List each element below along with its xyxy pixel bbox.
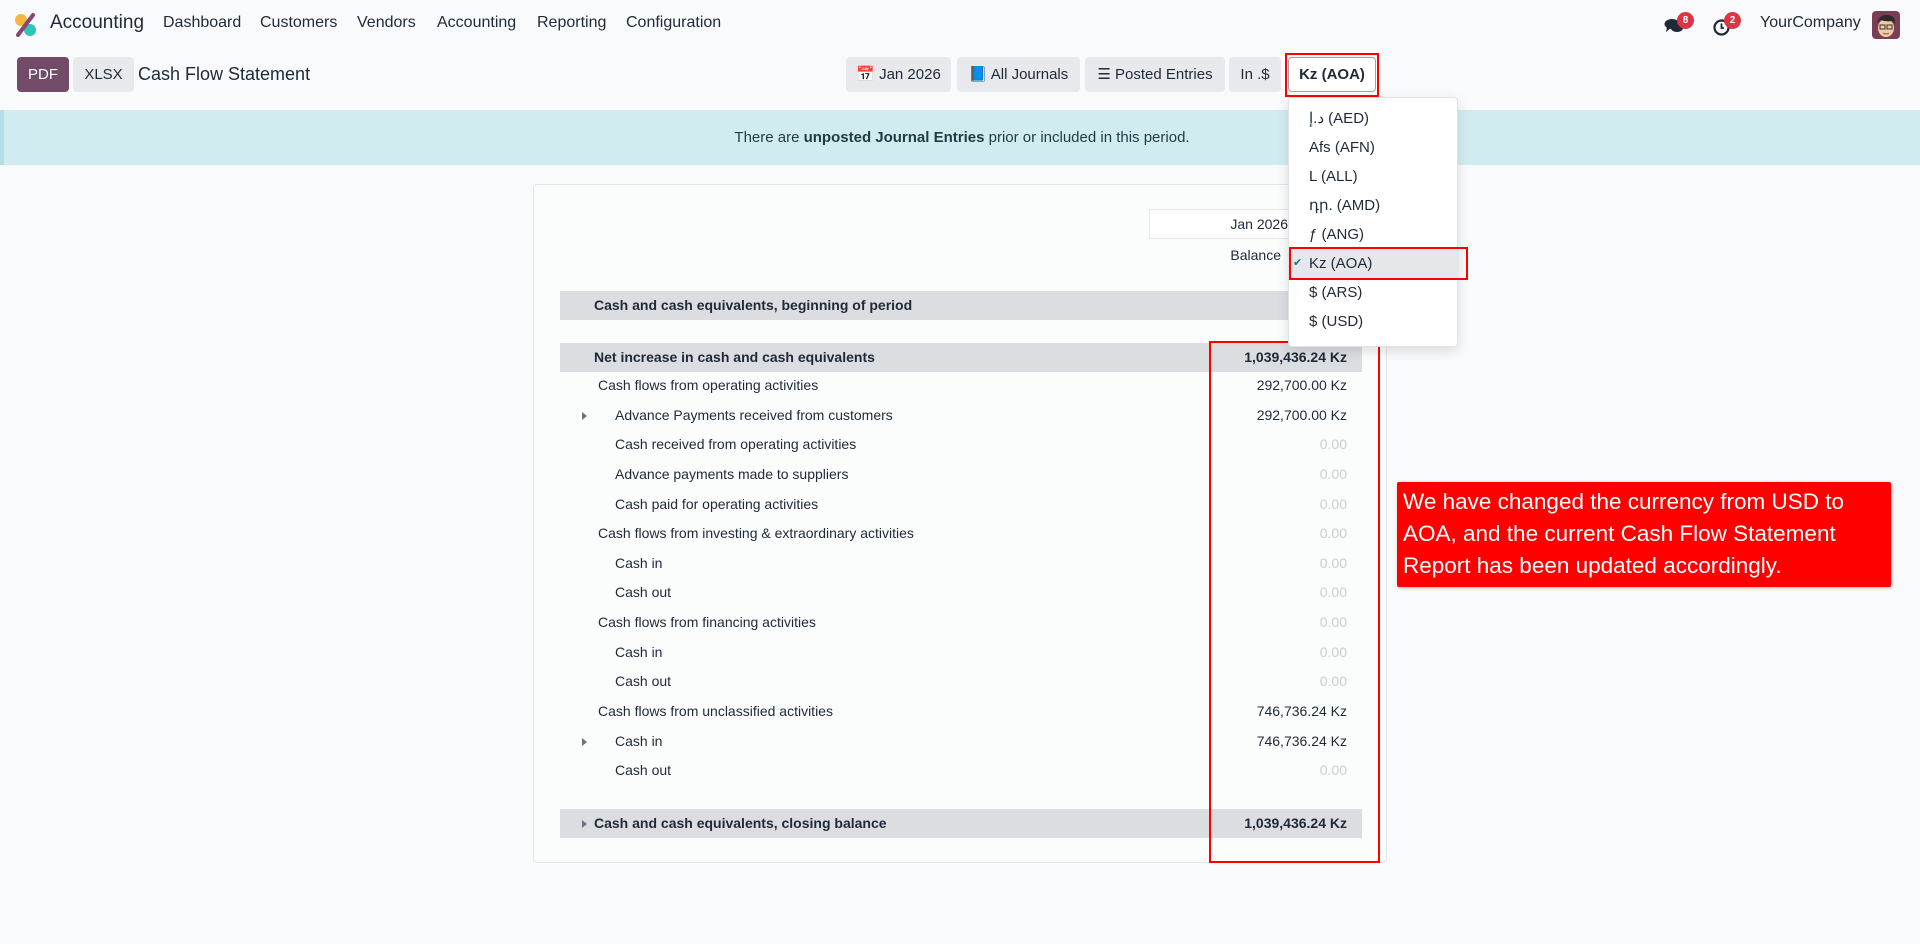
- xlsx-export-button[interactable]: XLSX: [73, 57, 134, 92]
- row-label: Advance payments made to suppliers: [615, 466, 849, 482]
- alert-text-prefix: There are: [734, 129, 804, 146]
- currency-option-label: $ (ARS): [1309, 284, 1363, 301]
- menu-customers[interactable]: Customers: [260, 14, 337, 32]
- entries-filter-label: Posted Entries: [1115, 66, 1213, 83]
- row-label: Cash out: [615, 673, 672, 689]
- row-label: Cash in: [615, 644, 663, 660]
- unposted-entries-alert: There are unposted Journal Entries prior…: [0, 110, 1920, 165]
- currency-option-label: $ (USD): [1309, 313, 1364, 330]
- highlight-currency-button: [1285, 53, 1379, 97]
- row-label: Cash flows from investing & extraordinar…: [598, 525, 914, 541]
- journals-filter-button[interactable]: 📘 All Journals: [957, 57, 1080, 92]
- column-header-period: Jan 2026: [1149, 209, 1299, 239]
- row-label: Cash flows from operating activities: [598, 377, 819, 393]
- currency-option-label: د.إ (AED): [1309, 110, 1370, 127]
- menu-vendors[interactable]: Vendors: [357, 14, 416, 32]
- currency-option[interactable]: $ (ARS): [1289, 278, 1457, 307]
- app-name[interactable]: Accounting: [50, 12, 144, 34]
- journals-filter-label: All Journals: [990, 66, 1069, 83]
- menu-accounting[interactable]: Accounting: [437, 14, 516, 32]
- pdf-export-button[interactable]: PDF: [17, 57, 69, 92]
- currency-option-label: ƒ (ANG): [1309, 226, 1365, 243]
- entries-filter-button[interactable]: ☰ Posted Entries: [1085, 57, 1225, 92]
- currency-option[interactable]: ƒ (ANG): [1289, 220, 1457, 249]
- currency-option-label: L (ALL): [1309, 168, 1358, 185]
- menu-configuration[interactable]: Configuration: [626, 14, 721, 32]
- menu-reporting[interactable]: Reporting: [537, 14, 606, 32]
- currency-option[interactable]: L (ALL): [1289, 162, 1457, 191]
- activities-button[interactable]: 2: [1712, 12, 1742, 38]
- currency-option[interactable]: $ (USD): [1289, 307, 1457, 336]
- messages-button[interactable]: 8: [1662, 12, 1694, 38]
- company-switcher[interactable]: YourCompany: [1760, 14, 1861, 32]
- row-label: Cash paid for operating activities: [615, 496, 819, 512]
- row-label: Net increase in cash and cash equivalent…: [594, 349, 875, 365]
- menu-dashboard[interactable]: Dashboard: [163, 14, 241, 32]
- calendar-icon: 📅: [856, 66, 875, 83]
- caret-right-icon[interactable]: [582, 738, 587, 746]
- currency-dropdown: د.إ (AED) Afs (AFN) L (ALL) դր. (AMD) ƒ (ANG…: [1288, 97, 1458, 347]
- activities-badge: 2: [1724, 12, 1741, 29]
- caret-right-icon[interactable]: [582, 412, 587, 420]
- date-filter-label: Jan 2026: [879, 66, 941, 83]
- row-label: Cash and cash equivalents, closing balan…: [594, 815, 887, 831]
- row-label: Cash received from operating activities: [615, 436, 857, 452]
- row-label: Cash flows from unclassified activities: [598, 703, 833, 719]
- page-title: Cash Flow Statement: [138, 64, 311, 84]
- highlight-values-column: [1209, 341, 1380, 863]
- date-filter-button[interactable]: 📅 Jan 2026: [846, 57, 951, 92]
- currency-option[interactable]: د.إ (AED): [1289, 104, 1457, 133]
- accounting-app-icon[interactable]: [14, 13, 38, 37]
- book-icon: 📘: [968, 66, 988, 83]
- user-avatar[interactable]: [1872, 11, 1900, 39]
- row-label: Cash out: [615, 584, 672, 600]
- avatar-face-icon: [1877, 14, 1896, 37]
- messages-badge: 8: [1677, 12, 1694, 29]
- sliders-icon: ☰: [1097, 66, 1111, 83]
- row-label: Cash and cash equivalents, beginning of …: [594, 297, 913, 313]
- report-row: Cash and cash equivalents, beginning of …: [560, 291, 1362, 320]
- currency-option[interactable]: դր. (AMD): [1289, 191, 1457, 220]
- row-label: Cash in: [615, 555, 663, 571]
- alert-text-bold[interactable]: unposted Journal Entries: [804, 129, 985, 146]
- alert-text-suffix: prior or included in this period.: [984, 129, 1190, 146]
- currency-option-label: դր. (AMD): [1309, 197, 1381, 214]
- row-label: Cash in: [615, 733, 663, 749]
- rounding-filter-button[interactable]: In .$: [1229, 57, 1281, 92]
- highlight-selected-currency: [1289, 247, 1468, 280]
- currency-option-label: Afs (AFN): [1309, 139, 1375, 156]
- column-header-balance: Balance: [1230, 247, 1281, 263]
- top-navbar: Accounting Dashboard Customers Vendors A…: [0, 0, 1920, 48]
- row-label: Cash flows from financing activities: [598, 614, 816, 630]
- currency-option[interactable]: Afs (AFN): [1289, 133, 1457, 162]
- row-label: Cash out: [615, 762, 672, 778]
- caret-right-icon[interactable]: [582, 820, 587, 828]
- row-label: Advance Payments received from customers: [615, 407, 893, 423]
- annotation-callout: We have changed the currency from USD to…: [1397, 482, 1891, 587]
